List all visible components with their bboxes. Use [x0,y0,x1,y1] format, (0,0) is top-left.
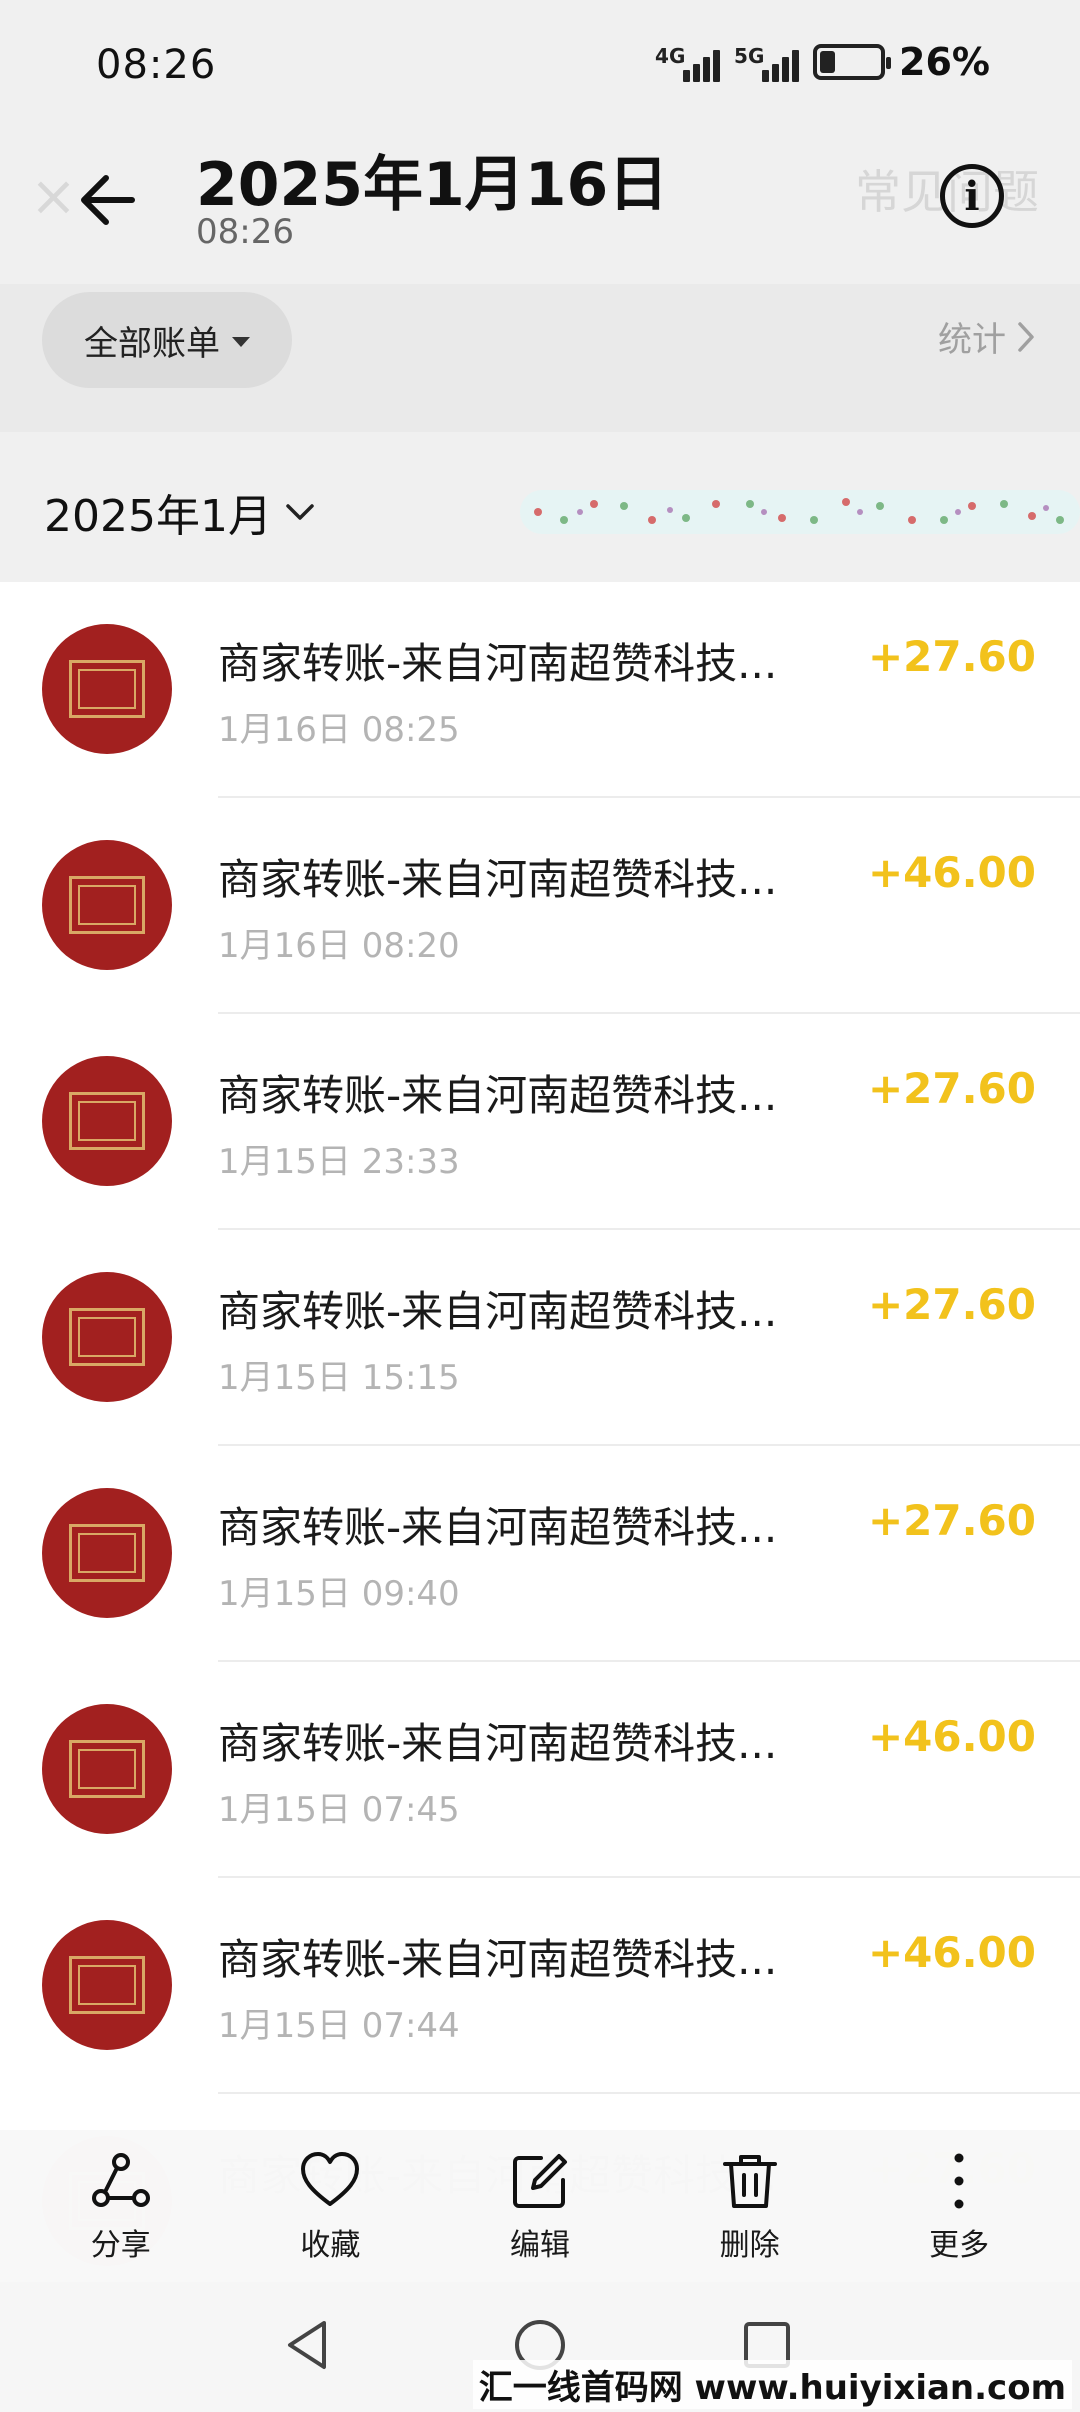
page-title: 2025年1月16日 [196,150,669,220]
transaction-title: 商家转账-来自河南超赞科技... [218,1071,778,1120]
merchant-logo-icon [69,1740,145,1798]
transaction-amount: +27.60 [867,1496,1036,1545]
month-label: 2025年1月 [44,491,272,542]
bill-filter-dropdown[interactable]: 全部账单 [42,292,292,388]
battery-percent: 26% [899,40,990,84]
header: × 常见问题 2025年1月16日 08:26 i [0,134,1080,284]
back-button[interactable] [70,160,150,240]
statistics-link[interactable]: 统计 [938,312,1036,361]
status-time: 08:26 [96,42,217,88]
transaction-time: 1月15日 07:45 [218,1790,460,1830]
merchant-avatar [42,1920,172,2050]
merchant-avatar [42,1056,172,1186]
merchant-logo-icon [69,660,145,718]
transaction-list: 商家转账-来自河南超赞科技... 1月16日 08:25 +27.60 商家转账-来自… [0,582,1080,2310]
favorite-label: 收藏 [300,2228,361,2263]
edit-label: 编辑 [509,2228,570,2263]
merchant-logo-icon [69,1956,145,2014]
info-icon: i [964,172,980,220]
page-subtitle: 08:26 [196,212,294,252]
transaction-row[interactable]: 商家转账-来自河南超赞科技... 1月15日 23:33 +27.60 [0,1014,1080,1230]
transaction-time: 1月15日 15:15 [218,1358,460,1398]
transaction-row[interactable]: 商家转账-来自河南超赞科技... 1月16日 08:25 +27.60 [0,582,1080,798]
bottom-toolbar: 分享 收藏 编辑 删除 更多 [0,2130,1080,2282]
transaction-amount: +46.00 [867,848,1036,897]
filter-bar: 全部账单 统计 [0,284,1080,432]
merchant-logo-icon [69,876,145,934]
signal-4g-icon: 4G [655,42,721,82]
transaction-row[interactable]: 商家转账-来自河南超赞科技... 1月15日 15:15 +27.60 [0,1230,1080,1446]
signal-5g-icon: 5G [734,42,800,82]
nav-back-button[interactable] [272,2310,342,2380]
transaction-row[interactable]: 商家转账-来自河南超赞科技... 1月16日 08:20 +46.00 [0,798,1080,1014]
transaction-title: 商家转账-来自河南超赞科技... [218,1935,778,1984]
chevron-down-icon [286,504,314,520]
transaction-time: 1月15日 09:40 [218,1574,460,1614]
transaction-time: 1月15日 23:33 [218,1142,460,1182]
redaction-dots-icon [534,498,1064,524]
transaction-amount: +46.00 [867,1712,1036,1761]
charging-bolt-icon [840,52,859,72]
transaction-title: 商家转账-来自河南超赞科技... [218,639,778,688]
transaction-title: 商家转账-来自河南超赞科技... [218,1719,778,1768]
share-button[interactable]: 分享 [31,2148,211,2264]
merchant-logo-icon [69,1524,145,1582]
merchant-logo-icon [69,1092,145,1150]
merchant-logo-icon [69,1308,145,1366]
heart-icon [301,2152,360,2206]
delete-button[interactable]: 删除 [660,2148,840,2264]
transaction-time: 1月16日 08:25 [218,710,460,750]
transaction-amount: +27.60 [867,632,1036,681]
statistics-label: 统计 [938,320,1006,360]
transaction-amount: +27.60 [867,1280,1036,1329]
transaction-amount: +27.60 [867,1064,1036,1113]
merchant-avatar [42,1704,172,1834]
edit-button[interactable]: 编辑 [450,2148,630,2264]
transaction-title: 商家转账-来自河南超赞科技... [218,1287,778,1336]
transaction-row[interactable]: 商家转账-来自河南超赞科技... 1月15日 07:45 +46.00 [0,1662,1080,1878]
arrow-left-icon [81,175,135,225]
delete-label: 删除 [719,2228,780,2263]
transaction-title: 商家转账-来自河南超赞科技... [218,855,778,904]
status-indicators: 4G 5G 26% [655,40,990,84]
watermark: 汇一线首码网 www.huiyixian.com [472,2360,1072,2409]
more-button[interactable]: 更多 [869,2148,1049,2264]
transaction-row[interactable]: 商家转账-来自河南超赞科技... 1月15日 07:44 +46.00 [0,1878,1080,2094]
transaction-amount: +46.00 [867,1928,1036,1977]
chevron-right-icon [1018,321,1034,352]
status-bar: 08:26 4G 5G 26% [0,0,1080,134]
month-header: 2025年1月 [0,432,1080,582]
trash-icon [722,2155,777,2208]
merchant-avatar [42,1488,172,1618]
caret-down-icon [232,337,250,347]
info-button[interactable]: i [940,164,1004,228]
share-icon [91,2153,150,2207]
transaction-time: 1月15日 07:44 [218,2006,460,2046]
edit-icon [512,2154,567,2208]
share-label: 分享 [90,2228,151,2263]
transaction-row[interactable]: 商家转账-来自河南超赞科技... 1月15日 09:40 +27.60 [0,1446,1080,1662]
more-vertical-icon [954,2153,964,2209]
month-selector[interactable]: 2025年1月 [44,480,316,544]
battery-icon [813,44,892,80]
month-summary-redacted [520,490,1080,534]
merchant-avatar [42,1272,172,1402]
bill-filter-label: 全部账单 [84,323,220,364]
more-label: 更多 [929,2228,990,2263]
merchant-avatar [42,624,172,754]
favorite-button[interactable]: 收藏 [240,2148,420,2264]
transaction-title: 商家转账-来自河南超赞科技... [218,1503,778,1552]
merchant-avatar [42,840,172,970]
transaction-time: 1月16日 08:20 [218,926,460,966]
triangle-back-icon [288,2321,326,2369]
battery-level [820,51,836,73]
